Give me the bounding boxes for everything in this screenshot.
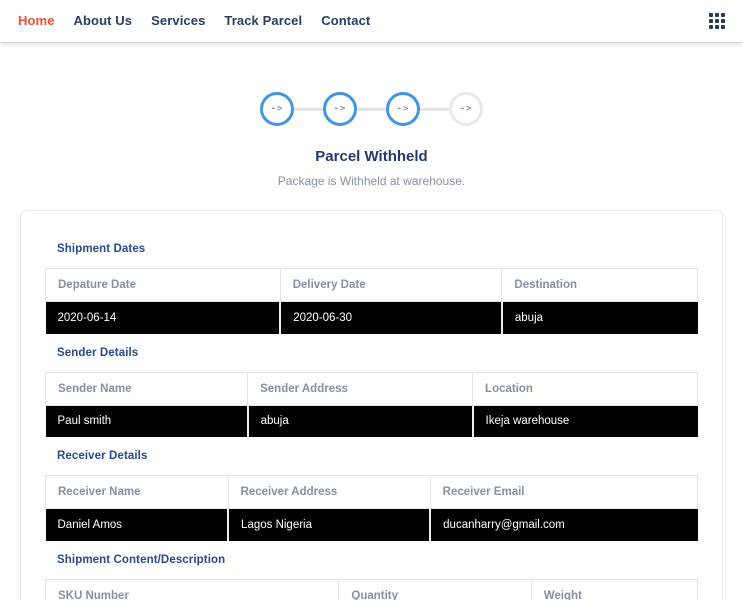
table-data-row: Paul smithabujaIkeja warehouse [46, 405, 698, 437]
column-header-destination: Destination [502, 269, 698, 302]
shipment-content-description-table: SKU NumberQuantityWeight [45, 579, 698, 600]
shipment-details-card: Shipment Dates Depature DateDelivery Dat… [20, 210, 723, 600]
section-heading: Sender Details [57, 347, 698, 359]
arrow-icon: -> [460, 105, 473, 114]
column-header-delivery-date: Delivery Date [280, 269, 502, 302]
column-header-weight: Weight [531, 579, 697, 600]
nav-item-contact[interactable]: Contact [321, 13, 370, 28]
shipment-dates-table: Depature DateDelivery DateDestination 20… [45, 268, 698, 334]
arrow-icon: -> [397, 105, 410, 114]
arrow-icon: -> [271, 105, 284, 114]
arrow-icon: -> [334, 105, 347, 114]
nav-item-services[interactable]: Services [151, 13, 205, 28]
cell-destination: abuja [502, 302, 698, 334]
tracker-step-circle: -> [386, 92, 420, 126]
cell-depature-date: 2020-06-14 [46, 302, 281, 334]
step-connector [420, 108, 449, 111]
shipment-content-description-section: Shipment Content/Description SKU NumberQ… [45, 554, 698, 600]
cell-receiver-name: Daniel Amos [46, 509, 229, 541]
column-header-receiver-name: Receiver Name [46, 476, 229, 509]
section-heading: Shipment Content/Description [57, 554, 698, 566]
cell-receiver-address: Lagos Nigeria [228, 509, 430, 541]
tracking-status-section: -> -> -> -> Parcel Withheld Package is W… [0, 92, 743, 188]
progress-stepper: -> -> -> -> [0, 92, 743, 126]
tracker-step-circle: -> [323, 92, 357, 126]
step-connector [294, 108, 323, 111]
shipment-dates-section: Shipment Dates Depature DateDelivery Dat… [45, 243, 698, 334]
nav-item-track-parcel[interactable]: Track Parcel [224, 13, 302, 28]
sender-details-table: Sender NameSender AddressLocation Paul s… [45, 372, 698, 438]
receiver-details-table: Receiver NameReceiver AddressReceiver Em… [45, 475, 698, 541]
apps-grid-icon[interactable] [707, 11, 727, 31]
status-title: Parcel Withheld [0, 148, 743, 165]
column-header-sender-name: Sender Name [46, 372, 248, 405]
nav-item-about-us[interactable]: About Us [74, 13, 133, 28]
column-header-depature-date: Depature Date [46, 269, 281, 302]
column-header-sku-number: SKU Number [46, 579, 339, 600]
table-header-row: Sender NameSender AddressLocation [46, 372, 698, 405]
table-data-row: Daniel AmosLagos Nigeriaducanharry@gmail… [46, 509, 698, 541]
column-header-quantity: Quantity [339, 579, 531, 600]
cell-delivery-date: 2020-06-30 [280, 302, 502, 334]
step-connector [357, 108, 386, 111]
tracker-step-circle: -> [449, 92, 483, 126]
nav-links: Home About Us Services Track Parcel Contact [18, 12, 389, 30]
column-header-receiver-email: Receiver Email [430, 476, 697, 509]
cell-receiver-email: ducanharry@gmail.com [430, 509, 697, 541]
cell-sender-address: abuja [248, 405, 473, 437]
column-header-receiver-address: Receiver Address [228, 476, 430, 509]
table-header-row: SKU NumberQuantityWeight [46, 579, 698, 600]
column-header-sender-address: Sender Address [248, 372, 473, 405]
status-subtitle: Package is Withheld at warehouse. [0, 174, 743, 188]
section-heading: Receiver Details [57, 450, 698, 462]
tracker-step-circle: -> [260, 92, 294, 126]
receiver-details-section: Receiver Details Receiver NameReceiver A… [45, 450, 698, 541]
table-header-row: Receiver NameReceiver AddressReceiver Em… [46, 476, 698, 509]
top-nav: Home About Us Services Track Parcel Contact [0, 0, 743, 43]
cell-sender-name: Paul smith [46, 405, 248, 437]
column-header-location: Location [473, 372, 698, 405]
nav-item-home[interactable]: Home [18, 13, 55, 28]
table-header-row: Depature DateDelivery DateDestination [46, 269, 698, 302]
cell-location: Ikeja warehouse [473, 405, 698, 437]
sender-details-section: Sender Details Sender NameSender Address… [45, 347, 698, 438]
section-heading: Shipment Dates [57, 243, 698, 255]
table-data-row: 2020-06-142020-06-30abuja [46, 302, 698, 334]
